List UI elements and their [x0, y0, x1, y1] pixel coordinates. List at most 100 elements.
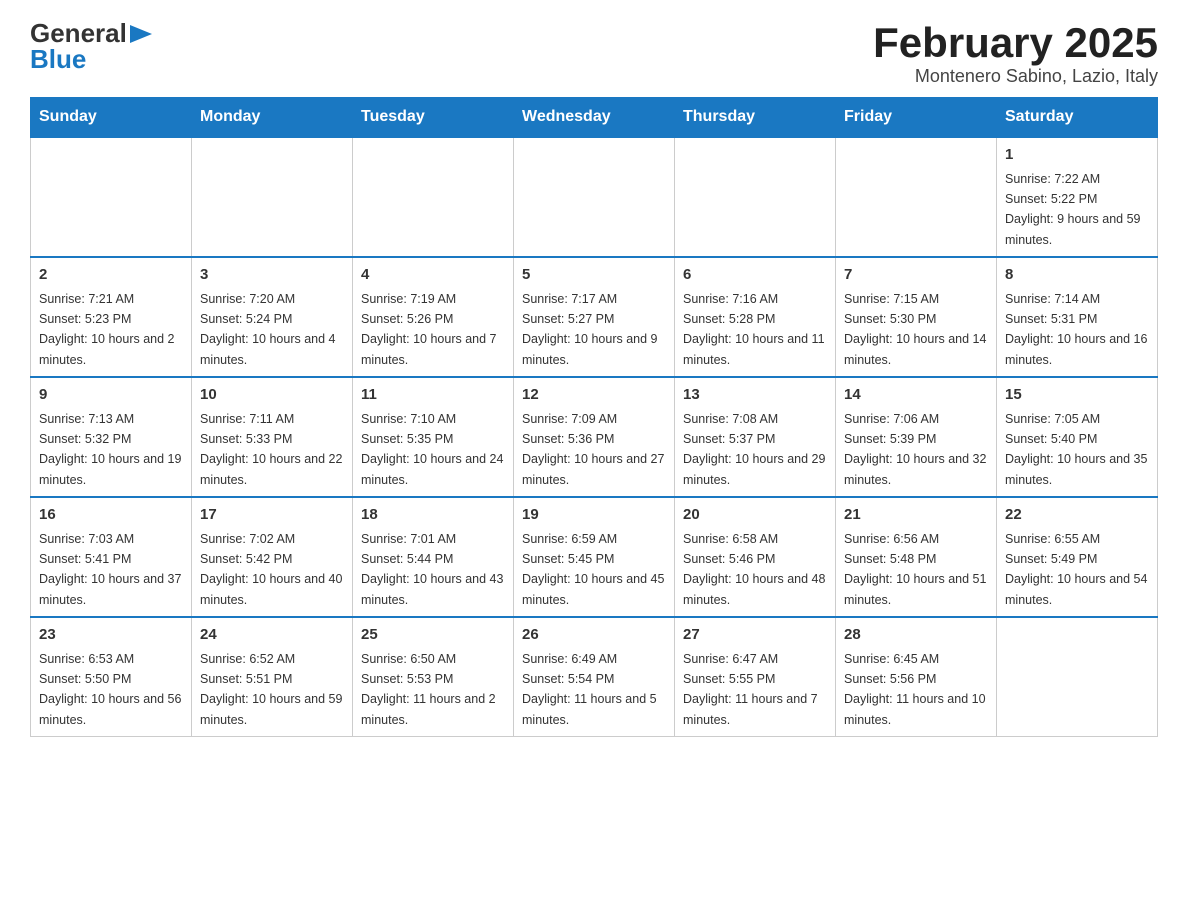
calendar-cell: 9 Sunrise: 7:13 AMSunset: 5:32 PMDaylight…	[31, 377, 192, 497]
calendar-cell: 18 Sunrise: 7:01 AMSunset: 5:44 PMDayligh…	[353, 497, 514, 617]
calendar-cell	[997, 617, 1158, 737]
day-info: Sunrise: 6:58 AMSunset: 5:46 PMDaylight:…	[683, 532, 825, 607]
day-number: 14	[844, 384, 988, 407]
day-of-week-sunday: Sunday	[31, 98, 192, 138]
day-info: Sunrise: 7:20 AMSunset: 5:24 PMDaylight:…	[200, 292, 336, 367]
calendar-cell: 27 Sunrise: 6:47 AMSunset: 5:55 PMDayligh…	[675, 617, 836, 737]
day-of-week-friday: Friday	[836, 98, 997, 138]
calendar-cell: 19Sunrise: 6:59 AMSunset: 5:45 PMDayligh…	[514, 497, 675, 617]
day-of-week-thursday: Thursday	[675, 98, 836, 138]
calendar-week-3: 9 Sunrise: 7:13 AMSunset: 5:32 PMDaylight…	[31, 377, 1158, 497]
calendar-cell: 23 Sunrise: 6:53 AMSunset: 5:50 PMDayligh…	[31, 617, 192, 737]
day-number: 27	[683, 624, 827, 647]
day-info: Sunrise: 7:02 AMSunset: 5:42 PMDaylight:…	[200, 532, 342, 607]
calendar-cell: 21Sunrise: 6:56 AMSunset: 5:48 PMDayligh…	[836, 497, 997, 617]
calendar-cell: 24Sunrise: 6:52 AMSunset: 5:51 PMDayligh…	[192, 617, 353, 737]
logo-general: General	[30, 20, 127, 46]
day-info: Sunrise: 7:03 AMSunset: 5:41 PMDaylight:…	[39, 532, 181, 607]
calendar-cell	[192, 137, 353, 257]
day-info: Sunrise: 7:05 AMSunset: 5:40 PMDaylight:…	[1005, 412, 1147, 487]
day-info: Sunrise: 6:49 AMSunset: 5:54 PMDaylight:…	[522, 652, 657, 727]
day-number: 26	[522, 624, 666, 647]
calendar-cell: 8 Sunrise: 7:14 AMSunset: 5:31 PMDaylight…	[997, 257, 1158, 377]
day-info: Sunrise: 7:11 AMSunset: 5:33 PMDaylight:…	[200, 412, 342, 487]
day-info: Sunrise: 6:59 AMSunset: 5:45 PMDaylight:…	[522, 532, 664, 607]
day-info: Sunrise: 7:09 AMSunset: 5:36 PMDaylight:…	[522, 412, 664, 487]
calendar-cell: 3 Sunrise: 7:20 AMSunset: 5:24 PMDaylight…	[192, 257, 353, 377]
calendar-cell: 4Sunrise: 7:19 AMSunset: 5:26 PMDaylight…	[353, 257, 514, 377]
calendar-cell: 22 Sunrise: 6:55 AMSunset: 5:49 PMDayligh…	[997, 497, 1158, 617]
logo-blue: Blue	[30, 46, 86, 72]
calendar-cell: 15 Sunrise: 7:05 AMSunset: 5:40 PMDayligh…	[997, 377, 1158, 497]
day-number: 12	[522, 384, 666, 407]
day-number: 3	[200, 264, 344, 287]
calendar-cell: 12 Sunrise: 7:09 AMSunset: 5:36 PMDayligh…	[514, 377, 675, 497]
day-info: Sunrise: 6:50 AMSunset: 5:53 PMDaylight:…	[361, 652, 496, 727]
day-info: Sunrise: 7:21 AMSunset: 5:23 PMDaylight:…	[39, 292, 175, 367]
day-number: 5	[522, 264, 666, 287]
logo: General Blue	[30, 20, 152, 72]
day-number: 15	[1005, 384, 1149, 407]
calendar-cell: 17 Sunrise: 7:02 AMSunset: 5:42 PMDayligh…	[192, 497, 353, 617]
day-info: Sunrise: 7:08 AMSunset: 5:37 PMDaylight:…	[683, 412, 825, 487]
calendar-cell	[353, 137, 514, 257]
day-info: Sunrise: 6:55 AMSunset: 5:49 PMDaylight:…	[1005, 532, 1147, 607]
calendar-cell: 7 Sunrise: 7:15 AMSunset: 5:30 PMDaylight…	[836, 257, 997, 377]
calendar-cell	[514, 137, 675, 257]
day-info: Sunrise: 7:06 AMSunset: 5:39 PMDaylight:…	[844, 412, 986, 487]
day-number: 10	[200, 384, 344, 407]
day-number: 11	[361, 384, 505, 407]
day-number: 1	[1005, 144, 1149, 167]
calendar-cell: 2 Sunrise: 7:21 AMSunset: 5:23 PMDaylight…	[31, 257, 192, 377]
day-of-week-wednesday: Wednesday	[514, 98, 675, 138]
calendar-cell: 6Sunrise: 7:16 AMSunset: 5:28 PMDaylight…	[675, 257, 836, 377]
day-of-week-monday: Monday	[192, 98, 353, 138]
calendar-cell: 16 Sunrise: 7:03 AMSunset: 5:41 PMDayligh…	[31, 497, 192, 617]
day-number: 22	[1005, 504, 1149, 527]
day-info: Sunrise: 7:10 AMSunset: 5:35 PMDaylight:…	[361, 412, 503, 487]
calendar-week-4: 16 Sunrise: 7:03 AMSunset: 5:41 PMDayligh…	[31, 497, 1158, 617]
day-of-week-tuesday: Tuesday	[353, 98, 514, 138]
day-number: 17	[200, 504, 344, 527]
day-number: 20	[683, 504, 827, 527]
day-number: 25	[361, 624, 505, 647]
calendar-week-1: 1Sunrise: 7:22 AMSunset: 5:22 PMDaylight…	[31, 137, 1158, 257]
logo-arrow-icon	[130, 25, 152, 43]
calendar-cell: 11 Sunrise: 7:10 AMSunset: 5:35 PMDayligh…	[353, 377, 514, 497]
calendar-cell: 26 Sunrise: 6:49 AMSunset: 5:54 PMDayligh…	[514, 617, 675, 737]
day-number: 18	[361, 504, 505, 527]
day-number: 16	[39, 504, 183, 527]
day-info: Sunrise: 7:14 AMSunset: 5:31 PMDaylight:…	[1005, 292, 1147, 367]
day-number: 24	[200, 624, 344, 647]
location: Montenero Sabino, Lazio, Italy	[873, 66, 1158, 87]
day-info: Sunrise: 6:56 AMSunset: 5:48 PMDaylight:…	[844, 532, 986, 607]
calendar-table: SundayMondayTuesdayWednesdayThursdayFrid…	[30, 97, 1158, 737]
day-number: 13	[683, 384, 827, 407]
day-info: Sunrise: 7:19 AMSunset: 5:26 PMDaylight:…	[361, 292, 497, 367]
calendar-cell	[675, 137, 836, 257]
calendar-cell: 20 Sunrise: 6:58 AMSunset: 5:46 PMDayligh…	[675, 497, 836, 617]
day-info: Sunrise: 6:53 AMSunset: 5:50 PMDaylight:…	[39, 652, 181, 727]
calendar-cell: 5Sunrise: 7:17 AMSunset: 5:27 PMDaylight…	[514, 257, 675, 377]
day-number: 8	[1005, 264, 1149, 287]
calendar-cell	[31, 137, 192, 257]
calendar-cell	[836, 137, 997, 257]
day-info: Sunrise: 6:45 AMSunset: 5:56 PMDaylight:…	[844, 652, 986, 727]
day-number: 23	[39, 624, 183, 647]
calendar-cell: 13 Sunrise: 7:08 AMSunset: 5:37 PMDayligh…	[675, 377, 836, 497]
calendar-cell: 10 Sunrise: 7:11 AMSunset: 5:33 PMDayligh…	[192, 377, 353, 497]
day-info: Sunrise: 7:01 AMSunset: 5:44 PMDaylight:…	[361, 532, 503, 607]
day-info: Sunrise: 7:13 AMSunset: 5:32 PMDaylight:…	[39, 412, 181, 487]
day-number: 28	[844, 624, 988, 647]
day-info: Sunrise: 7:16 AMSunset: 5:28 PMDaylight:…	[683, 292, 825, 367]
calendar-week-5: 23 Sunrise: 6:53 AMSunset: 5:50 PMDayligh…	[31, 617, 1158, 737]
calendar-cell: 28 Sunrise: 6:45 AMSunset: 5:56 PMDayligh…	[836, 617, 997, 737]
day-number: 9	[39, 384, 183, 407]
day-number: 7	[844, 264, 988, 287]
day-number: 2	[39, 264, 183, 287]
calendar-cell: 1Sunrise: 7:22 AMSunset: 5:22 PMDaylight…	[997, 137, 1158, 257]
calendar-week-2: 2 Sunrise: 7:21 AMSunset: 5:23 PMDaylight…	[31, 257, 1158, 377]
month-title: February 2025	[873, 20, 1158, 66]
day-info: Sunrise: 7:15 AMSunset: 5:30 PMDaylight:…	[844, 292, 986, 367]
day-info: Sunrise: 6:47 AMSunset: 5:55 PMDaylight:…	[683, 652, 818, 727]
